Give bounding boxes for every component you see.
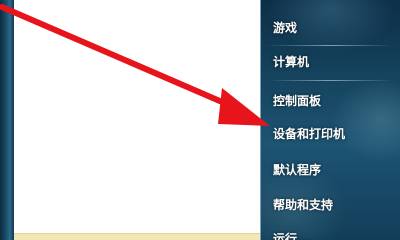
search-box-edge[interactable] bbox=[14, 233, 260, 240]
menu-separator bbox=[267, 80, 393, 81]
start-menu-screenshot: 游戏 计算机 控制面板 设备和打印机 默认程序 帮助和支持 运行... bbox=[0, 0, 400, 240]
menu-item-control-panel[interactable]: 控制面板 bbox=[273, 88, 395, 114]
menu-item-devices-and-printers[interactable]: 设备和打印机 bbox=[273, 121, 395, 147]
menu-item-default-programs[interactable]: 默认程序 bbox=[273, 157, 395, 183]
start-menu-right-pane: 游戏 计算机 控制面板 设备和打印机 默认程序 帮助和支持 运行... bbox=[261, 0, 400, 240]
menu-item-run[interactable]: 运行... bbox=[273, 226, 395, 240]
programs-pane bbox=[14, 0, 261, 240]
menu-item-computer[interactable]: 计算机 bbox=[273, 49, 395, 75]
start-menu-left-frame bbox=[0, 0, 14, 240]
menu-separator bbox=[267, 45, 393, 46]
menu-item-help-and-support[interactable]: 帮助和支持 bbox=[273, 192, 395, 218]
menu-item-games[interactable]: 游戏 bbox=[273, 15, 395, 41]
